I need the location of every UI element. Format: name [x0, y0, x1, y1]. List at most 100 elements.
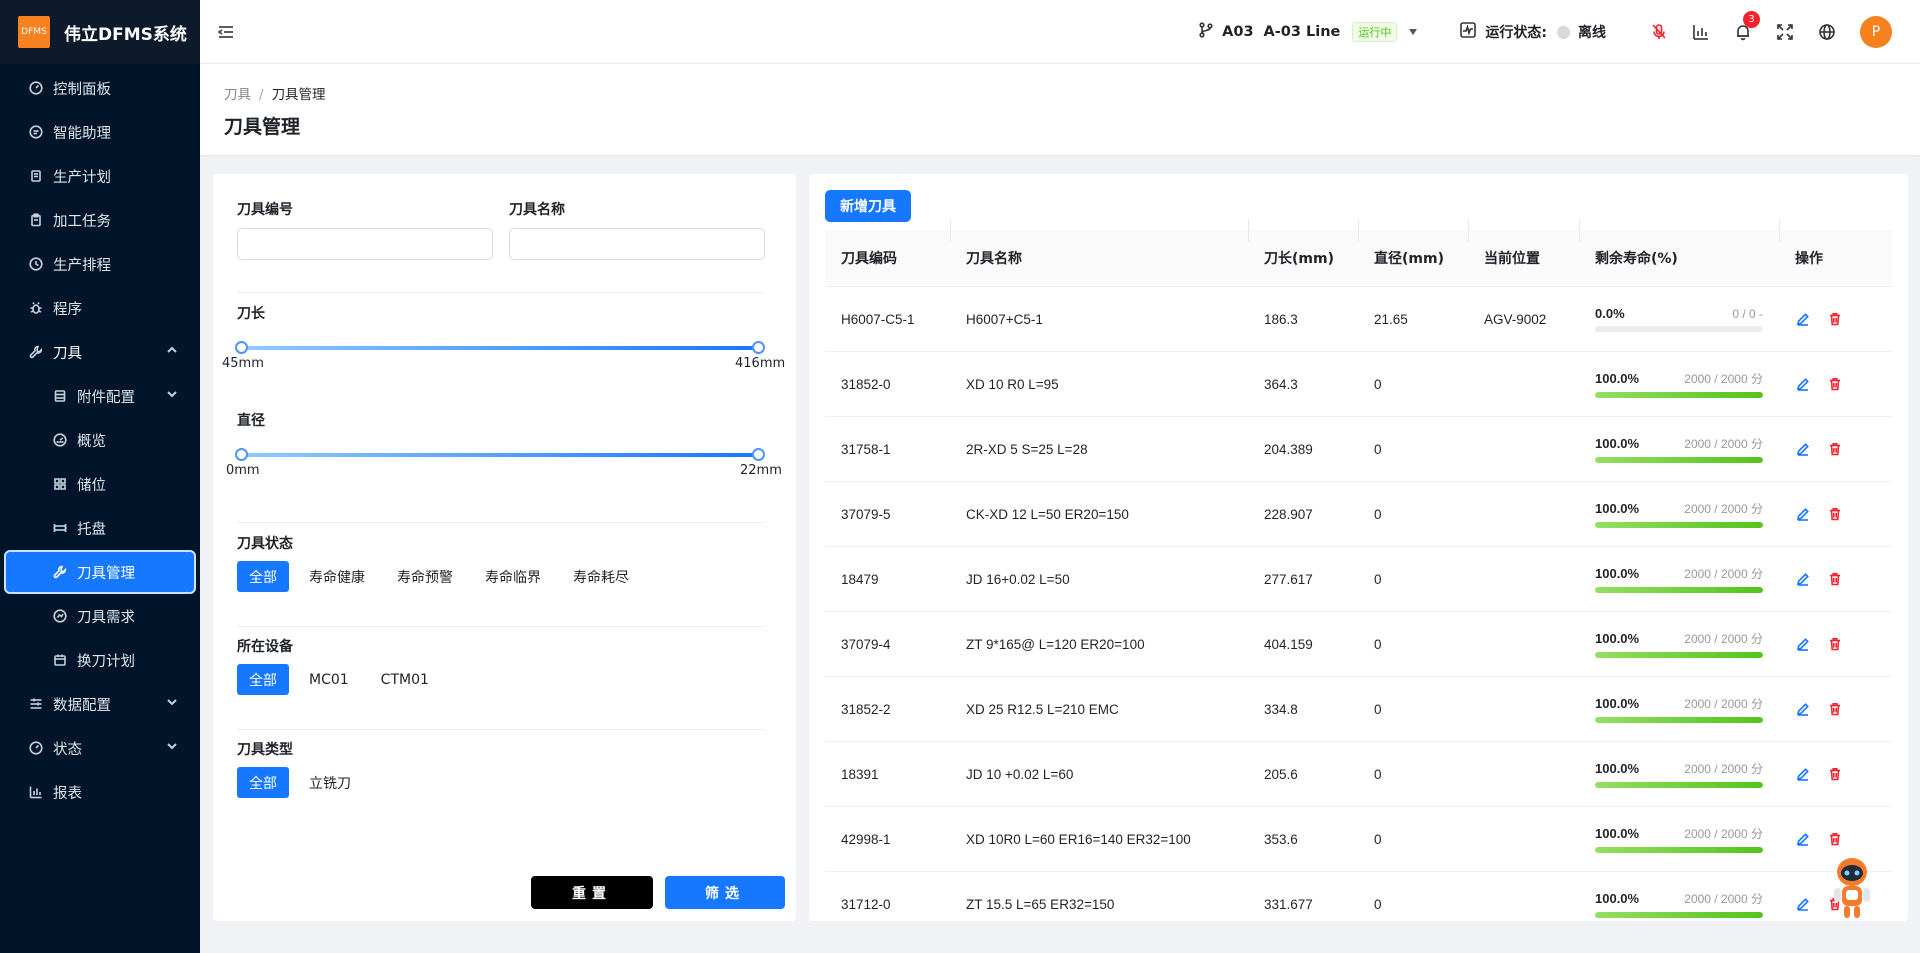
life-percent: 0.0%: [1595, 306, 1625, 321]
cell-diameter: 0: [1374, 376, 1382, 392]
life-detail: 2000 / 2000 分: [1684, 827, 1763, 841]
calendar-icon: [52, 652, 68, 668]
cell-diameter: 0: [1374, 701, 1382, 717]
filter-chip[interactable]: CTM01: [369, 664, 441, 695]
bell-icon[interactable]: 3: [1732, 11, 1760, 43]
edit-icon[interactable]: [1795, 441, 1811, 457]
cell-life: 100.0% 2000 / 2000 分: [1579, 807, 1779, 871]
cell-life: 0.0% 0 / 0 -: [1579, 287, 1779, 351]
tool-icon: [52, 564, 68, 580]
reset-button[interactable]: 重置: [531, 876, 653, 909]
sidebar-item-11[interactable]: 刀具管理: [4, 550, 196, 594]
sidebar-item-2[interactable]: 生产计划: [0, 154, 200, 198]
avatar[interactable]: P: [1860, 16, 1892, 48]
life-progress-bar: [1595, 522, 1763, 528]
robot-assistant-icon[interactable]: [1828, 852, 1876, 922]
life-indicator: 100.0% 2000 / 2000 分: [1595, 825, 1763, 853]
sidebar-item-1[interactable]: 智能助理: [0, 110, 200, 154]
delete-icon[interactable]: [1827, 376, 1843, 392]
filter-button[interactable]: 筛选: [665, 876, 785, 909]
filter-chip[interactable]: 寿命临界: [473, 561, 553, 592]
length-min-handle[interactable]: [235, 341, 248, 354]
edit-icon[interactable]: [1795, 376, 1811, 392]
delete-icon[interactable]: [1827, 571, 1843, 587]
tool-code-label: 刀具编号: [237, 202, 293, 218]
fullscreen-icon[interactable]: [1774, 21, 1796, 43]
globe-icon[interactable]: [1816, 21, 1838, 43]
tool-name-input[interactable]: [509, 228, 765, 260]
sidebar-item-16[interactable]: 报表: [0, 770, 200, 814]
delete-icon[interactable]: [1827, 701, 1843, 717]
filter-chip[interactable]: 寿命健康: [297, 561, 377, 592]
diameter-slider-track[interactable]: [242, 453, 758, 457]
sidebar-item-5[interactable]: 程序: [0, 286, 200, 330]
diameter-min-handle[interactable]: [235, 448, 248, 461]
edit-icon[interactable]: [1795, 636, 1811, 652]
breadcrumb-parent[interactable]: 刀具: [224, 87, 251, 103]
diameter-max-handle[interactable]: [752, 448, 765, 461]
filter-chip[interactable]: 全部: [237, 767, 289, 798]
logo-badge: DFMS: [18, 16, 50, 48]
menu-collapse-icon[interactable]: [216, 22, 236, 42]
add-tool-button[interactable]: 新增刀具: [825, 190, 911, 222]
sidebar-item-4[interactable]: 生产排程: [0, 242, 200, 286]
cell-name: H6007+C5-1: [966, 311, 1043, 327]
cell-diameter: 21.65: [1374, 311, 1408, 327]
filter-chip[interactable]: 寿命耗尽: [561, 561, 641, 592]
delete-icon[interactable]: [1827, 311, 1843, 327]
sidebar-item-3[interactable]: 加工任务: [0, 198, 200, 242]
delete-icon[interactable]: [1827, 506, 1843, 522]
chevron-down-icon: [166, 740, 178, 756]
sidebar-item-6[interactable]: 刀具: [0, 330, 200, 374]
length-max-handle[interactable]: [752, 341, 765, 354]
pallet-icon: [52, 520, 68, 536]
sidebar-item-9[interactable]: 储位: [0, 462, 200, 506]
filter-chip[interactable]: 寿命预警: [385, 561, 465, 592]
filter-chip[interactable]: 全部: [237, 561, 289, 592]
sidebar-item-14[interactable]: 数据配置: [0, 682, 200, 726]
bar-chart-icon[interactable]: [1690, 21, 1712, 43]
edit-icon[interactable]: [1795, 831, 1811, 847]
cell-life: 100.0% 2000 / 2000 分: [1579, 742, 1779, 806]
life-progress-fill: [1595, 782, 1763, 788]
cell-length: 186.3: [1264, 311, 1298, 327]
cell-name: XD 25 R12.5 L=210 EMC: [966, 701, 1119, 717]
edit-icon[interactable]: [1795, 766, 1811, 782]
sidebar-item-12[interactable]: 刀具需求: [0, 594, 200, 638]
sidebar-item-13[interactable]: 换刀计划: [0, 638, 200, 682]
length-slider-track[interactable]: [242, 346, 758, 350]
delete-icon[interactable]: [1827, 636, 1843, 652]
cell-code: 42998-1: [841, 831, 891, 847]
filter-chip[interactable]: MC01: [297, 664, 361, 695]
cell-code: 18391: [841, 766, 879, 782]
edit-icon[interactable]: [1795, 311, 1811, 327]
cell-diameter: 0: [1374, 506, 1382, 522]
sidebar-item-8[interactable]: 概览: [0, 418, 200, 462]
life-progress-bar: [1595, 457, 1763, 463]
delete-icon[interactable]: [1827, 441, 1843, 457]
filter-chip[interactable]: 全部: [237, 664, 289, 695]
sidebar-item-0[interactable]: 控制面板: [0, 66, 200, 110]
life-percent: 100.0%: [1595, 761, 1640, 776]
edit-icon[interactable]: [1795, 896, 1811, 912]
line-selector[interactable]: A03 A-03 Line 运行中: [1198, 22, 1418, 42]
life-progress-bar: [1595, 392, 1763, 398]
delete-icon[interactable]: [1827, 766, 1843, 782]
logo[interactable]: DFMS 伟立DFMS系统: [0, 0, 200, 64]
life-percent: 100.0%: [1595, 436, 1640, 451]
mic-off-icon[interactable]: [1648, 21, 1670, 43]
caret-down-icon[interactable]: [1409, 29, 1418, 35]
delete-icon[interactable]: [1827, 831, 1843, 847]
sidebar-item-label: 附件配置: [77, 389, 135, 406]
edit-icon[interactable]: [1795, 571, 1811, 587]
edit-icon[interactable]: [1795, 701, 1811, 717]
tool-code-input[interactable]: [237, 228, 493, 260]
data-icon: [28, 696, 44, 712]
sidebar-item-15[interactable]: 状态: [0, 726, 200, 770]
tool-status-options: 全部 寿命健康 寿命预警 寿命临界 寿命耗尽: [237, 561, 649, 592]
sidebar-item-10[interactable]: 托盘: [0, 506, 200, 550]
filter-chip[interactable]: 立铣刀: [297, 767, 363, 798]
cell-length: 277.617: [1264, 571, 1313, 587]
edit-icon[interactable]: [1795, 506, 1811, 522]
sidebar-item-7[interactable]: 附件配置: [0, 374, 200, 418]
